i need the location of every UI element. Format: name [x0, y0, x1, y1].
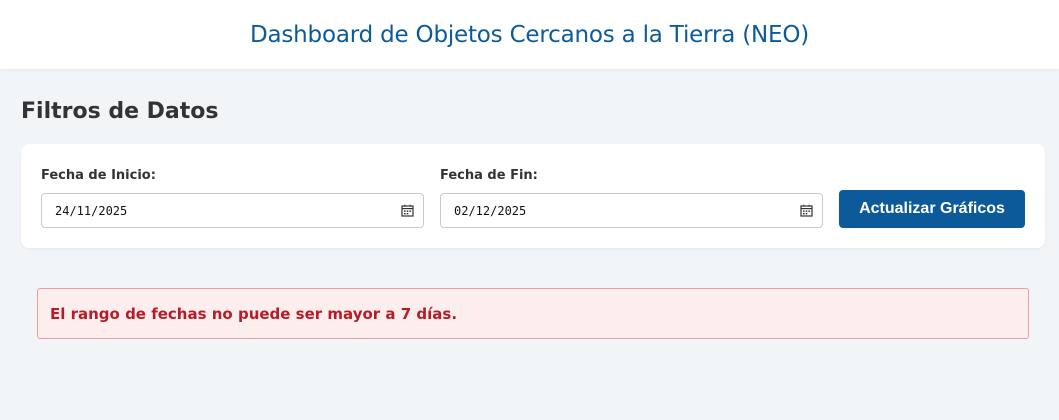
error-message: El rango de fechas no puede ser mayor a … — [50, 304, 458, 323]
end-date-value: 02/12/2025 — [454, 203, 527, 218]
error-alert: El rango de fechas no puede ser mayor a … — [37, 288, 1029, 339]
filters-card: Fecha de Inicio: 24/11/2025 Fecha de Fin… — [21, 144, 1045, 248]
start-date-input[interactable]: 24/11/2025 — [41, 193, 424, 228]
start-date-value: 24/11/2025 — [55, 203, 128, 218]
calendar-icon[interactable] — [800, 204, 813, 217]
update-charts-button[interactable]: Actualizar Gráficos — [839, 190, 1025, 228]
start-date-label: Fecha de Inicio: — [41, 168, 156, 183]
calendar-icon[interactable] — [401, 204, 414, 217]
page-title: Dashboard de Objetos Cercanos a la Tierr… — [249, 21, 809, 48]
page-header: Dashboard de Objetos Cercanos a la Tierr… — [0, 0, 1059, 69]
filters-section-title: Filtros de Datos — [21, 99, 219, 124]
end-date-input[interactable]: 02/12/2025 — [440, 193, 823, 228]
end-date-label: Fecha de Fin: — [440, 168, 538, 183]
